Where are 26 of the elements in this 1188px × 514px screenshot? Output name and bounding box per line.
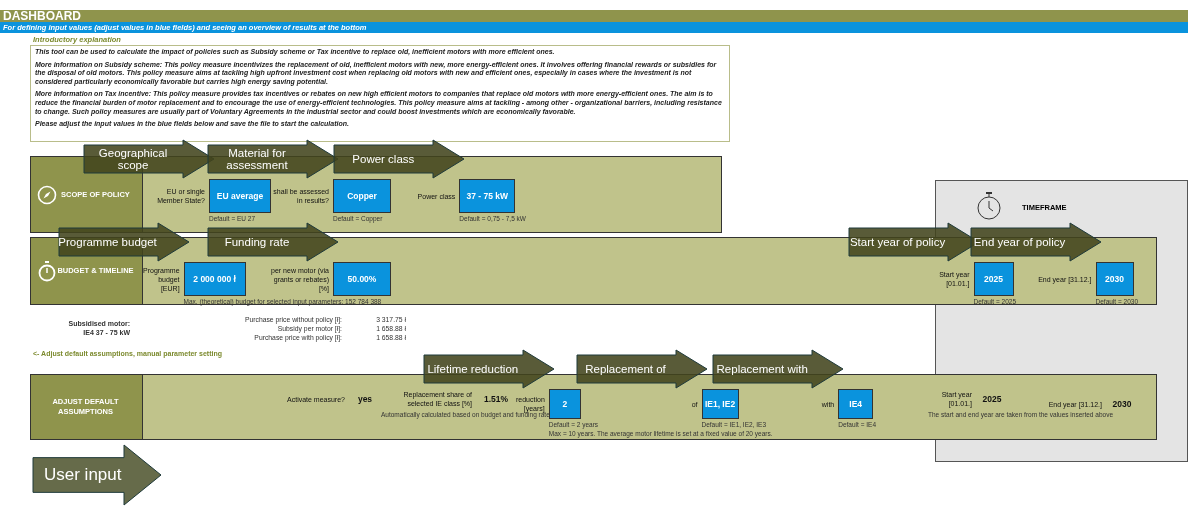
callout-arrow: Funding rate: [207, 222, 339, 262]
input-field[interactable]: Copper: [333, 179, 391, 213]
stopwatch-icon: [37, 260, 57, 282]
input-field[interactable]: IE1, IE2: [701, 389, 739, 419]
callout-arrow: Programme budget: [57, 222, 190, 262]
field-value: yes: [356, 393, 374, 406]
input-field[interactable]: 2: [548, 389, 581, 419]
input-field[interactable]: 2030: [1095, 262, 1134, 296]
compass-icon: [37, 184, 57, 205]
callout-arrow: End year of policy: [969, 222, 1102, 262]
callout-arrow: Replacement with: [712, 349, 845, 389]
field-value: 1.51%: [482, 393, 510, 406]
user-input-arrow: User input: [32, 444, 162, 506]
dashboard-title: DASHBOARD: [0, 10, 1188, 22]
field-value: 2030: [1111, 398, 1133, 411]
input-field[interactable]: 2025: [973, 262, 1014, 296]
callout-arrow: Power class: [333, 139, 466, 179]
input-field[interactable]: 2 000 000 ł: [183, 262, 246, 296]
callout-arrow: Replacement of: [575, 349, 708, 389]
stopwatch-icon: [976, 191, 1002, 221]
input-field[interactable]: 37 - 75 kW: [459, 179, 516, 213]
field-value: 2025: [981, 393, 1003, 406]
input-field[interactable]: EU average: [209, 179, 271, 213]
input-field[interactable]: 50.00%: [333, 262, 391, 296]
input-field[interactable]: IE4: [838, 389, 874, 419]
callout-arrow: Lifetime reduction: [422, 349, 555, 389]
